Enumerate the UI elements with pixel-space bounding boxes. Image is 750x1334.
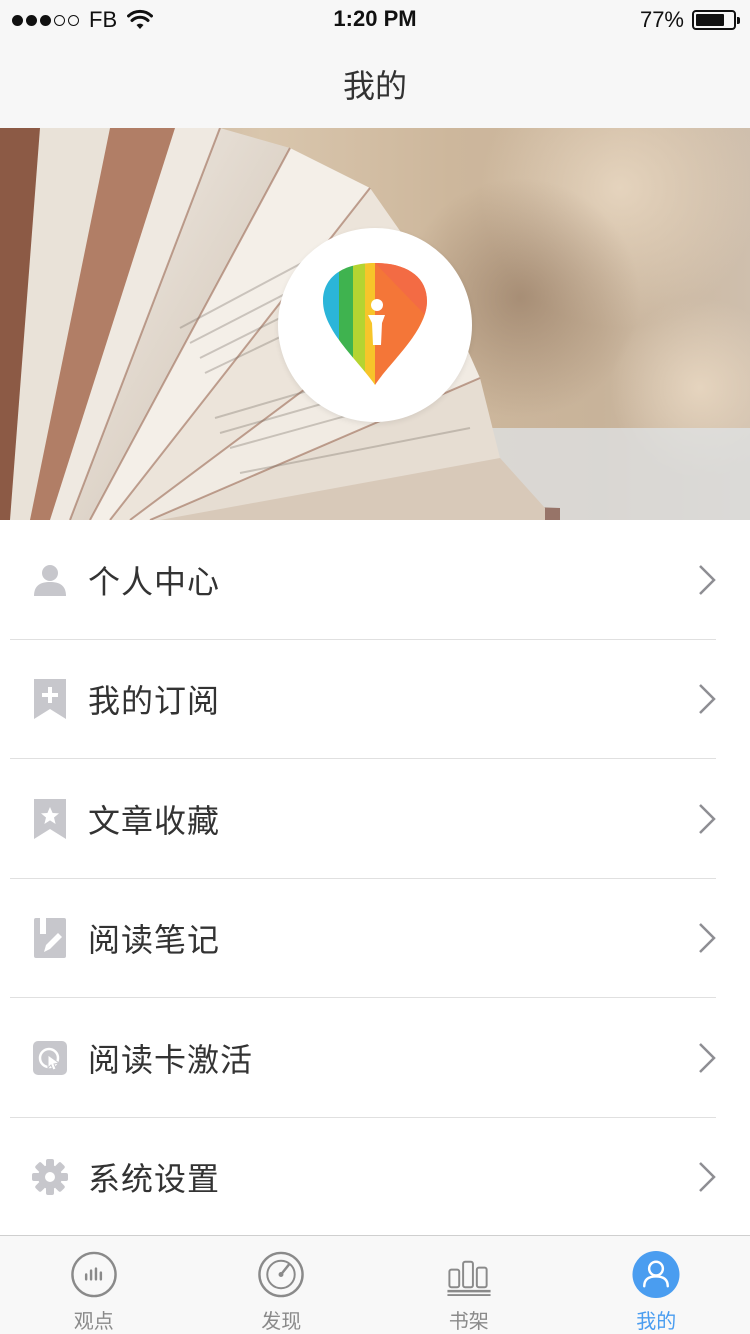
chevron-right-icon (699, 1042, 716, 1073)
tab-bookshelf[interactable]: 书架 (375, 1236, 563, 1334)
chevron-right-icon (699, 1162, 716, 1193)
page-title: 我的 (342, 67, 407, 105)
menu-item-label: 阅读卡激活 (88, 1040, 254, 1079)
chevron-right-icon (699, 564, 716, 595)
chevron-right-icon (699, 684, 716, 715)
menu-item-label: 阅读笔记 (88, 921, 221, 960)
battery-percent: 77% (639, 7, 684, 32)
person-icon (32, 560, 68, 600)
settings-menu: 个人中心 我的订阅 文章收藏 阅读笔记 阅读卡激活 系统设置 (0, 520, 750, 1237)
battery-level (696, 14, 724, 26)
bookmark-star-icon (32, 798, 68, 839)
logo-avatar[interactable] (278, 228, 472, 422)
menu-item-reading-card-activation[interactable]: 阅读卡激活 (0, 998, 750, 1118)
bookshelf-icon (447, 1260, 491, 1297)
tab-bar: 观点 发现 书架 我的 (0, 1235, 750, 1334)
menu-item-article-favorites[interactable]: 文章收藏 (0, 759, 750, 879)
menu-item-label: 文章收藏 (88, 801, 221, 840)
status-bar: FB 1:20 PM 77% (0, 0, 750, 40)
tab-label: 我的 (636, 1309, 677, 1333)
status-right: 77% (639, 6, 740, 34)
bookmark-plus-icon (32, 679, 68, 720)
menu-item-my-subscriptions[interactable]: 我的订阅 (0, 640, 750, 759)
tab-label: 书架 (448, 1309, 489, 1333)
tab-viewpoint[interactable]: 观点 (0, 1236, 188, 1334)
app-logo-icon (323, 263, 427, 385)
hero-banner (0, 128, 750, 520)
tab-label: 观点 (73, 1309, 114, 1333)
status-time: 1:20 PM (333, 6, 417, 31)
viewpoint-icon (70, 1251, 117, 1298)
menu-item-reading-notes[interactable]: 阅读笔记 (0, 879, 750, 998)
menu-item-label: 我的订阅 (88, 682, 221, 721)
profile-icon (632, 1250, 680, 1299)
tab-mine[interactable]: 我的 (563, 1236, 750, 1334)
battery-icon (692, 10, 740, 30)
gear-icon (32, 1157, 68, 1197)
navigation-bar: 我的 (0, 40, 750, 128)
menu-item-system-settings[interactable]: 系统设置 (0, 1118, 750, 1238)
note-pen-icon (32, 918, 68, 959)
tab-discover[interactable]: 发现 (188, 1236, 376, 1334)
menu-item-personal-center[interactable]: 个人中心 (0, 520, 750, 640)
chevron-right-icon (699, 803, 716, 834)
card-cursor-icon (32, 1038, 68, 1078)
menu-item-label: 个人中心 (88, 562, 221, 601)
tab-label: 发现 (261, 1309, 302, 1333)
compass-icon (258, 1251, 305, 1298)
chevron-right-icon (699, 923, 716, 954)
menu-item-label: 系统设置 (88, 1160, 221, 1199)
